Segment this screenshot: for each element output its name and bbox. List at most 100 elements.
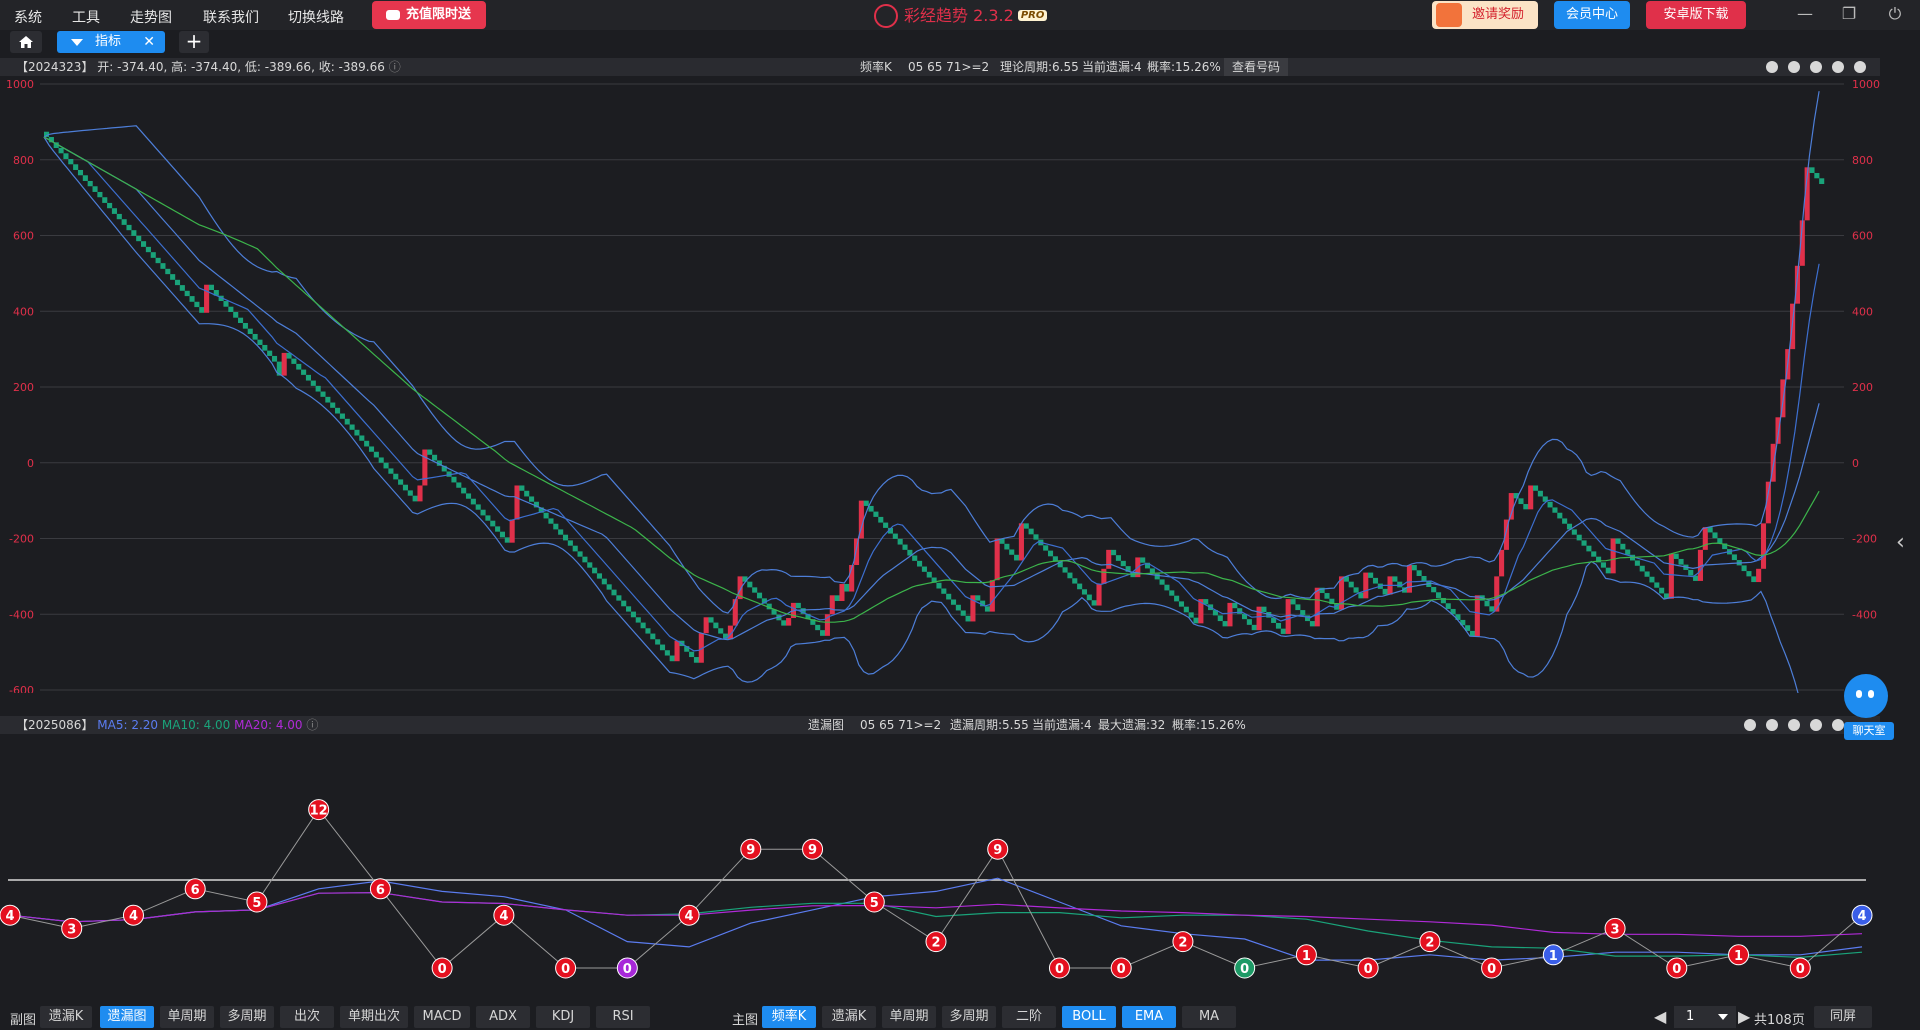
sub-btn-miss-k[interactable]: 遗漏K bbox=[40, 1006, 92, 1028]
candle bbox=[470, 498, 476, 505]
prev-page-icon[interactable]: ◀ bbox=[1654, 1007, 1666, 1026]
main-btn-multi-cycle[interactable]: 多周期 bbox=[942, 1006, 996, 1028]
candle bbox=[786, 618, 792, 626]
menu-trend-chart[interactable]: 走势图 bbox=[130, 7, 172, 27]
power-icon[interactable]: ⏻ bbox=[1884, 3, 1906, 25]
menu-system[interactable]: 系统 bbox=[14, 7, 42, 27]
pin-icon[interactable] bbox=[1744, 719, 1756, 731]
up-icon[interactable] bbox=[1788, 719, 1800, 731]
recharge-button[interactable]: 充值限时送 bbox=[372, 1, 486, 29]
candle bbox=[1164, 584, 1170, 591]
tab-indicator[interactable]: 指标 ✕ bbox=[57, 31, 165, 53]
sub-btn-adx[interactable]: ADX bbox=[476, 1006, 530, 1028]
y-tick-right: 200 bbox=[1852, 381, 1873, 394]
minimize-icon[interactable]: — bbox=[1794, 3, 1816, 25]
sub-btn-single-cycle[interactable]: 单周期 bbox=[160, 1006, 214, 1028]
sync-screen-button[interactable]: 同屏 bbox=[1814, 1006, 1872, 1028]
candle bbox=[126, 224, 132, 231]
view-numbers-button[interactable]: 查看号码 bbox=[1224, 58, 1289, 76]
settings-icon[interactable] bbox=[1854, 61, 1866, 73]
sub-btn-multi-cycle[interactable]: 多周期 bbox=[220, 1006, 274, 1028]
main-btn-single-cycle[interactable]: 单周期 bbox=[882, 1006, 936, 1028]
home-button[interactable] bbox=[10, 31, 42, 53]
y-tick-left: 400 bbox=[13, 305, 34, 318]
menu-tools[interactable]: 工具 bbox=[72, 7, 100, 27]
candle bbox=[330, 402, 336, 408]
candle bbox=[92, 186, 98, 192]
candle bbox=[917, 560, 923, 567]
sub-btn-kdj[interactable]: KDJ bbox=[536, 1006, 590, 1028]
miss-value-label: 0 bbox=[1364, 962, 1373, 977]
main-chart[interactable]: 1000 1000 800 800 600 600 400 400 200 200 0 0 -200 -2… bbox=[0, 78, 1890, 693]
miss-value-label: 0 bbox=[1117, 962, 1126, 977]
sub-btn-miss-chart[interactable]: 遗漏图 bbox=[100, 1006, 154, 1028]
main-btn-boll[interactable]: BOLL bbox=[1062, 1006, 1116, 1028]
menu-switch-line[interactable]: 切换线路 bbox=[288, 7, 344, 27]
candle bbox=[1523, 504, 1529, 510]
back-icon[interactable] bbox=[1766, 719, 1778, 731]
candle bbox=[1086, 594, 1092, 601]
menu-contact[interactable]: 联系我们 bbox=[203, 7, 259, 27]
page-select[interactable]: 1 bbox=[1674, 1006, 1736, 1028]
sub-btn-macd[interactable]: MACD bbox=[414, 1006, 470, 1028]
candle bbox=[693, 657, 700, 663]
back-icon[interactable] bbox=[1788, 61, 1800, 73]
collapse-arrow-icon[interactable]: ‹ bbox=[1896, 530, 1905, 555]
candle bbox=[1188, 612, 1194, 618]
sub-probability: 概率:15.26% bbox=[1172, 718, 1246, 732]
settings-icon[interactable] bbox=[1832, 719, 1844, 731]
candle bbox=[1639, 565, 1645, 572]
next-page-icon[interactable]: ▶ bbox=[1738, 1007, 1750, 1026]
sub-btn-rsi[interactable]: RSI bbox=[596, 1006, 650, 1028]
main-btn-ma[interactable]: MA bbox=[1182, 1006, 1236, 1028]
main-btn-freq-k[interactable]: 频率K bbox=[762, 1006, 816, 1028]
candle bbox=[587, 562, 593, 568]
ticket-icon bbox=[386, 10, 400, 20]
candle bbox=[1348, 581, 1354, 588]
y-tick-right: 800 bbox=[1852, 154, 1873, 167]
miss-value-label: 1 bbox=[1549, 949, 1558, 964]
sub-btn-single-hits[interactable]: 单期出次 bbox=[340, 1006, 408, 1028]
add-tab-button[interactable]: + bbox=[179, 31, 209, 53]
candle bbox=[1605, 567, 1611, 574]
candle bbox=[650, 633, 656, 640]
candle bbox=[795, 602, 801, 609]
close-icon[interactable]: ✕ bbox=[143, 31, 155, 53]
candle bbox=[756, 592, 763, 599]
restore-icon[interactable]: ❐ bbox=[1838, 3, 1860, 25]
candle bbox=[626, 606, 632, 612]
total-pages: 共108页 bbox=[1754, 1013, 1805, 1028]
edit-icon[interactable] bbox=[1766, 61, 1778, 73]
candle bbox=[1033, 534, 1039, 540]
help-icon[interactable]: ⓘ bbox=[306, 718, 318, 732]
candle bbox=[839, 583, 845, 601]
sub-btn-hits[interactable]: 出次 bbox=[280, 1006, 334, 1028]
y-tick-right: -200 bbox=[1852, 533, 1877, 546]
main-btn-second-order[interactable]: 二阶 bbox=[1002, 1006, 1056, 1028]
member-center-button[interactable]: 会员中心 bbox=[1554, 1, 1630, 29]
up-icon[interactable] bbox=[1810, 61, 1822, 73]
candle bbox=[732, 599, 738, 626]
candle bbox=[257, 339, 263, 345]
chat-icon[interactable] bbox=[1844, 674, 1888, 718]
candle bbox=[1659, 587, 1665, 594]
android-download-button[interactable]: 安卓版下载 bbox=[1646, 1, 1746, 29]
down-icon[interactable] bbox=[1810, 719, 1822, 731]
main-btn-miss-k[interactable]: 遗漏K bbox=[822, 1006, 876, 1028]
candle bbox=[984, 606, 991, 612]
candle bbox=[296, 363, 302, 370]
candle bbox=[1547, 501, 1553, 508]
down-icon[interactable] bbox=[1832, 61, 1844, 73]
candle bbox=[354, 429, 360, 436]
help-icon[interactable]: ⓘ bbox=[389, 60, 401, 74]
main-btn-ema[interactable]: EMA bbox=[1122, 1006, 1176, 1028]
invite-button[interactable]: 邀请奖励 bbox=[1432, 1, 1538, 29]
chat-room-label[interactable]: 聊天室 bbox=[1844, 722, 1894, 740]
candle bbox=[596, 573, 603, 579]
candle bbox=[252, 333, 258, 340]
pro-badge: PRO bbox=[1017, 10, 1048, 21]
candle bbox=[490, 520, 496, 527]
sub-chart[interactable]: 4 3 4 6 5 12 6 0 4 0 0 4 9 9 5 2 9 0 0 2 0 1 0 2 0 1 3 0 1 0 4 bbox=[0, 740, 1890, 1002]
candle bbox=[335, 407, 341, 414]
candle bbox=[645, 628, 651, 634]
